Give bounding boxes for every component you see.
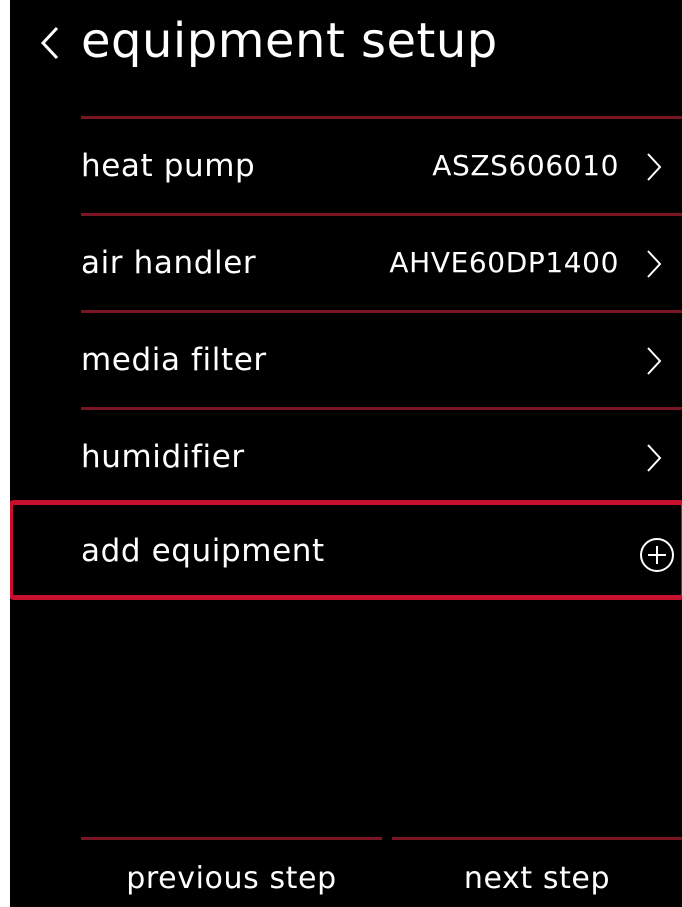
divider [81, 310, 682, 313]
chevron-right-icon [647, 153, 662, 181]
item-label: heat pump [81, 148, 256, 184]
list-item-media-filter[interactable]: media filter [10, 310, 682, 407]
item-label: humidifier [81, 439, 245, 475]
item-value: AHVE60DP1400 [389, 246, 619, 279]
divider [81, 116, 682, 119]
list-item-heat-pump[interactable]: heat pump ASZS606010 [10, 116, 682, 213]
list-item-humidifier[interactable]: humidifier [10, 407, 682, 504]
footer: previous step next step [10, 837, 682, 907]
divider [81, 837, 382, 840]
chevron-left-icon [40, 26, 59, 60]
chevron-right-icon [647, 250, 662, 278]
plus-circle-icon [640, 538, 674, 572]
add-equipment-label: add equipment [81, 533, 325, 569]
divider [81, 213, 682, 216]
item-label: media filter [81, 342, 267, 378]
equipment-setup-screen: equipment setup heat pump ASZS606010 air… [10, 0, 682, 907]
header: equipment setup [10, 0, 682, 90]
list-item-air-handler[interactable]: air handler AHVE60DP1400 [10, 213, 682, 310]
next-step-button[interactable]: next step [392, 837, 682, 907]
back-button[interactable] [30, 20, 70, 66]
item-value: ASZS606010 [432, 149, 619, 182]
page-title: equipment setup [81, 13, 498, 69]
chevron-right-icon [647, 347, 662, 375]
previous-step-button[interactable]: previous step [81, 837, 382, 907]
next-step-label: next step [463, 861, 611, 896]
divider [81, 407, 682, 410]
item-label: air handler [81, 245, 257, 281]
add-equipment-button[interactable]: add equipment [10, 500, 682, 600]
chevron-right-icon [647, 444, 662, 472]
previous-step-label: previous step [126, 861, 337, 896]
equipment-list: heat pump ASZS606010 air handler AHVE60D… [10, 116, 682, 504]
divider [392, 837, 682, 840]
